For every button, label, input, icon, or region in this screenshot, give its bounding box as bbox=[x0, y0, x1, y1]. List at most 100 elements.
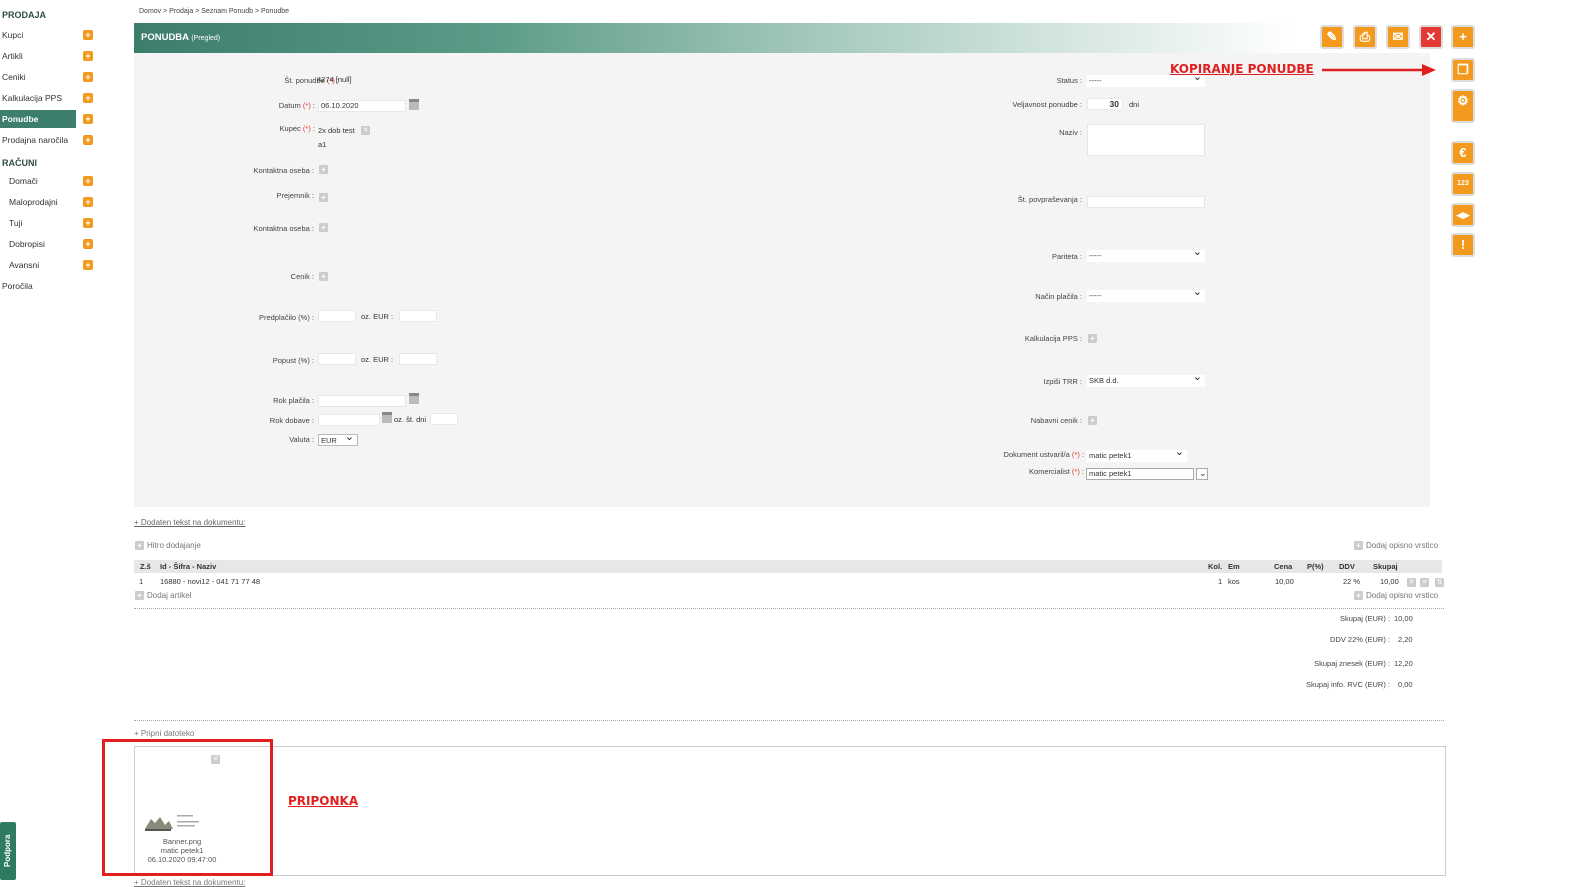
warning-icon[interactable]: ! bbox=[1451, 233, 1475, 257]
chevron-down-icon[interactable]: ⌄ bbox=[1196, 468, 1208, 480]
sidebar-item-label: Ceniki bbox=[2, 72, 26, 82]
sidebar-item-ceniki[interactable]: Ceniki + bbox=[0, 68, 96, 86]
add-icon[interactable]: + bbox=[135, 591, 144, 600]
sidebar-item-domaci[interactable]: Domači + bbox=[0, 172, 96, 190]
datum-input[interactable]: 06.10.2020 bbox=[318, 100, 406, 112]
remove-icon[interactable]: ✕ bbox=[361, 126, 370, 135]
total-amount-label: Skupaj znesek (EUR) : bbox=[1314, 659, 1390, 668]
rvc-label: Skupaj info. RVC (EUR) : bbox=[1305, 680, 1390, 689]
dodaj-opisno-link[interactable]: Dodaj opisno vrstico bbox=[1366, 541, 1438, 550]
pripni-datoteko-link[interactable]: + Pripni datoteko bbox=[134, 729, 194, 738]
col-em: Em bbox=[1228, 562, 1240, 571]
veljavnost-label: Veljavnost ponudbe : bbox=[1012, 100, 1082, 109]
copy-icon[interactable]: ❐ bbox=[1451, 58, 1475, 82]
support-tab[interactable]: Podpora bbox=[0, 822, 16, 880]
dokument-label: Dokument ustvaril/a (*) : bbox=[1003, 450, 1084, 459]
pariteta-select[interactable]: ----- bbox=[1087, 246, 1205, 262]
split-icon[interactable]: ◂▸ bbox=[1451, 203, 1475, 227]
sidebar-item-dobropisi[interactable]: Dobropisi + bbox=[0, 235, 96, 253]
st-povprasevanja-input[interactable] bbox=[1087, 196, 1205, 208]
add-icon[interactable]: + bbox=[83, 30, 93, 40]
annotation-frame bbox=[102, 739, 273, 876]
mail-icon[interactable]: ✉ bbox=[1386, 25, 1410, 49]
veljavnost-input[interactable]: 30 bbox=[1087, 98, 1123, 110]
table-row[interactable]: 1 16880 - novi12 - 041 71 77 48 1 kos 10… bbox=[134, 575, 1444, 587]
add-icon[interactable]: + bbox=[83, 72, 93, 82]
add-icon[interactable]: + bbox=[83, 135, 93, 145]
sidebar-item-prodajna-narocila[interactable]: Prodajna naročila + bbox=[0, 131, 96, 149]
move-icon[interactable]: ⇅ bbox=[1435, 578, 1444, 587]
print-icon[interactable]: ⎙ bbox=[1353, 25, 1377, 49]
add-icon[interactable]: + bbox=[83, 260, 93, 270]
valuta-select[interactable]: EUR bbox=[318, 431, 358, 446]
nacin-placila-select[interactable]: ----- bbox=[1087, 286, 1205, 302]
add-icon[interactable]: + bbox=[83, 51, 93, 61]
page-subtitle: (Pregled) bbox=[191, 35, 221, 42]
add-icon[interactable]: + bbox=[1354, 591, 1363, 600]
add-icon[interactable]: + bbox=[1451, 25, 1475, 49]
popust-input[interactable] bbox=[318, 353, 356, 365]
add-icon[interactable]: + bbox=[1088, 416, 1097, 425]
hitro-dodajanje-link[interactable]: Hitro dodajanje bbox=[147, 541, 201, 550]
add-icon[interactable]: + bbox=[83, 218, 93, 228]
calendar-icon[interactable] bbox=[382, 412, 392, 423]
status-select[interactable]: ----- bbox=[1087, 71, 1205, 87]
dokument-select[interactable]: matic petek1 bbox=[1087, 446, 1187, 462]
add-icon[interactable]: + bbox=[319, 272, 328, 281]
dodaten-tekst-link[interactable]: + Dodaten tekst na dokumentu: bbox=[134, 518, 245, 527]
edit-icon[interactable]: ✎ bbox=[1320, 25, 1344, 49]
st-ponudbe-value: 4274 [null] bbox=[317, 75, 352, 84]
calendar-icon[interactable] bbox=[409, 99, 419, 110]
attachments-box: ✕ Banner.png matic petek1 06.10.2020 09:… bbox=[134, 746, 1446, 876]
add-icon[interactable]: + bbox=[83, 176, 93, 186]
close-icon[interactable]: ✕ bbox=[1419, 25, 1443, 49]
naziv-textarea[interactable] bbox=[1087, 124, 1205, 156]
add-icon[interactable]: + bbox=[83, 93, 93, 103]
required-mark: (*) bbox=[302, 101, 311, 110]
dodaj-opisno-2-link[interactable]: Dodaj opisno vrstico bbox=[1366, 591, 1438, 600]
calendar-icon[interactable] bbox=[409, 393, 419, 404]
add-icon[interactable]: + bbox=[319, 165, 328, 174]
add-icon[interactable]: + bbox=[83, 239, 93, 249]
sidebar-item-ponudbe[interactable]: Ponudbe bbox=[0, 110, 76, 128]
cell-em: kos bbox=[1228, 577, 1240, 586]
add-icon[interactable]: + bbox=[319, 193, 328, 202]
sidebar-item-kupci[interactable]: Kupci + bbox=[0, 26, 96, 44]
settings-icon[interactable]: ⚙ bbox=[1451, 89, 1475, 123]
add-icon[interactable]: + bbox=[1088, 334, 1097, 343]
breadcrumb[interactable]: Domov > Prodaja > Seznam Ponudb > Ponudb… bbox=[139, 8, 289, 15]
rok-placila-input[interactable] bbox=[318, 395, 406, 407]
sidebar-item-kalkulacija[interactable]: Kalkulacija PPS + bbox=[0, 89, 96, 107]
rok-dobave-input[interactable] bbox=[318, 414, 380, 426]
add-icon[interactable]: + bbox=[83, 114, 93, 124]
add-icon[interactable]: + bbox=[1354, 541, 1363, 550]
sidebar-item-artikli[interactable]: Artikli + bbox=[0, 47, 96, 65]
cell-naziv: 16880 - novi12 - 041 71 77 48 bbox=[160, 577, 261, 586]
dodaj-artikel-link[interactable]: Dodaj artikel bbox=[147, 591, 191, 600]
predplacilo-input[interactable] bbox=[318, 310, 356, 322]
delete-icon[interactable]: ✕ bbox=[1407, 578, 1416, 587]
add-icon[interactable]: + bbox=[319, 223, 328, 232]
numbering-icon[interactable]: 123 bbox=[1451, 172, 1475, 196]
izpisi-trr-select[interactable]: SKB d.d. bbox=[1087, 371, 1205, 387]
edit-icon[interactable]: ≡ bbox=[1420, 578, 1429, 587]
sidebar-item-maloprodajni[interactable]: Maloprodajni + bbox=[0, 193, 96, 211]
st-povprasevanja-label: Št. povpraševanja : bbox=[1017, 195, 1082, 204]
add-icon[interactable]: + bbox=[83, 197, 93, 207]
euro-icon[interactable]: € bbox=[1451, 141, 1475, 165]
sidebar-item-porocila[interactable]: Poročila bbox=[0, 277, 96, 295]
sidebar-item-avansni[interactable]: Avansni + bbox=[0, 256, 96, 274]
label-text: Komercialist bbox=[1028, 467, 1070, 476]
oz-eur-label: oz. EUR : bbox=[361, 312, 394, 321]
label-text: Kupec bbox=[279, 124, 301, 133]
popust-eur-input[interactable] bbox=[399, 353, 437, 365]
add-icon[interactable]: + bbox=[135, 541, 144, 550]
pariteta-label: Pariteta : bbox=[1051, 252, 1082, 261]
annotation-arrow bbox=[1322, 64, 1436, 76]
cell-skupaj: 10,00 bbox=[1380, 577, 1399, 586]
sidebar-item-label: Prodajna naročila bbox=[2, 135, 69, 145]
st-dni-input[interactable] bbox=[430, 413, 458, 425]
predplacilo-eur-input[interactable] bbox=[399, 310, 437, 322]
sidebar-item-tuji[interactable]: Tuji + bbox=[0, 214, 96, 232]
komercialist-input[interactable]: matic petek1 bbox=[1086, 468, 1194, 480]
